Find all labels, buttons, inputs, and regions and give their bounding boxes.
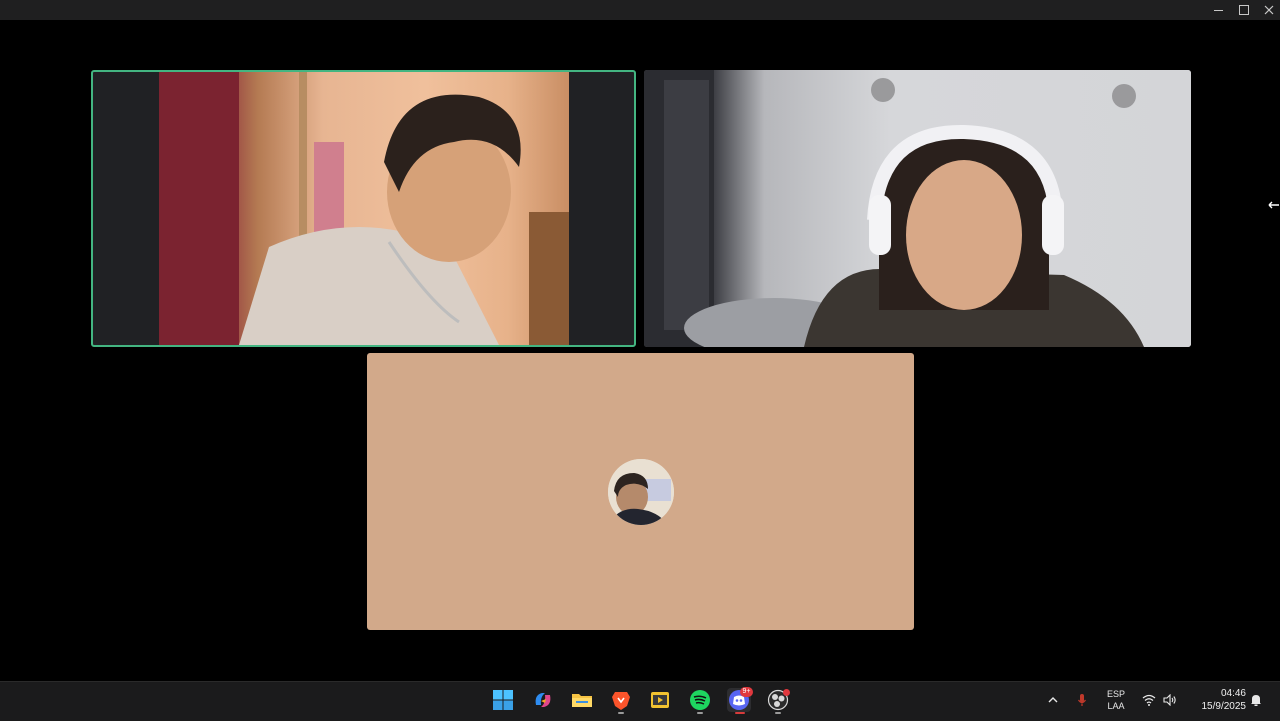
participant-video-feed — [644, 70, 1191, 347]
participant-avatar-tile[interactable] — [367, 353, 914, 630]
participant-video-tile-1[interactable] — [91, 70, 636, 347]
folder-icon — [572, 694, 592, 707]
maximize-icon — [1239, 5, 1249, 15]
resize-cursor-icon — [1268, 201, 1279, 209]
taskbar-start-button[interactable] — [491, 688, 515, 712]
participant-video-image — [644, 70, 1144, 347]
discord-notification-badge: 9+ — [740, 687, 753, 697]
minimize-button[interactable] — [1206, 0, 1230, 20]
running-indicator — [775, 712, 781, 714]
wifi-icon — [1142, 694, 1156, 706]
language-code: ESP — [1106, 689, 1125, 699]
spotify-icon — [690, 690, 710, 710]
clock-date: 15/9/2025 — [1201, 701, 1247, 712]
brave-lion-icon — [612, 692, 630, 710]
taskbar-brave-button[interactable] — [609, 688, 633, 712]
running-indicator — [618, 712, 624, 714]
clock-button[interactable]: 04:46 15/9/2025 — [1186, 687, 1247, 713]
taskbar-media-player-button[interactable] — [648, 688, 672, 712]
active-indicator — [735, 712, 745, 714]
copilot-icon — [535, 693, 551, 707]
maximize-button[interactable] — [1232, 0, 1256, 20]
volume-icon — [1163, 694, 1176, 706]
minimize-icon — [1213, 9, 1223, 11]
windows-start-icon — [493, 690, 513, 710]
taskbar-spotify-button[interactable] — [688, 688, 712, 712]
participant-video-tile-2[interactable] — [644, 70, 1191, 347]
microphone-in-use-button[interactable] — [1073, 688, 1091, 712]
notification-bell-icon — [1251, 695, 1261, 706]
notifications-button[interactable] — [1247, 688, 1265, 712]
avatar-image — [608, 459, 674, 525]
network-button[interactable] — [1140, 688, 1158, 712]
tray-overflow-button[interactable] — [1044, 688, 1062, 712]
taskbar-file-explorer-button[interactable] — [570, 688, 594, 712]
clock-time: 04:46 — [1220, 688, 1246, 699]
close-icon — [1264, 5, 1274, 15]
participant-video-image — [159, 72, 569, 345]
obs-recording-indicator — [783, 689, 790, 696]
close-button[interactable] — [1257, 0, 1280, 20]
input-language-indicator[interactable]: ESP LAA — [1103, 688, 1129, 712]
chevron-up-icon — [1048, 697, 1058, 703]
keyboard-layout-code: LAA — [1107, 701, 1125, 711]
media-player-icon — [651, 692, 669, 708]
volume-button[interactable] — [1161, 688, 1179, 712]
participant-video-feed — [159, 72, 569, 345]
microphone-icon — [1078, 694, 1086, 706]
running-indicator — [697, 712, 703, 714]
avatar — [608, 459, 674, 525]
title-bar — [0, 0, 1280, 20]
taskbar-copilot-button[interactable] — [531, 688, 555, 712]
